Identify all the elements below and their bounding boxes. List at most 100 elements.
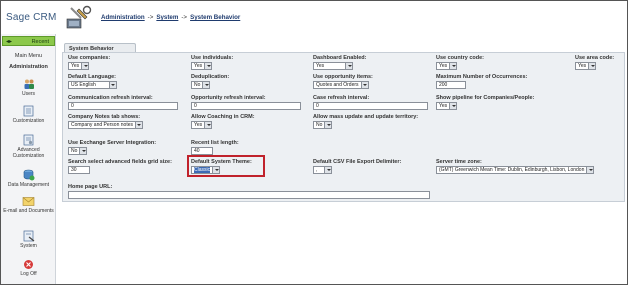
recent-button[interactable]: ◂▸ Recent	[2, 36, 55, 46]
chevron-down-icon	[108, 82, 116, 88]
field-label: Opportunity refresh interval:	[191, 95, 266, 101]
field-use-companies: Use companies: Yes	[68, 55, 110, 70]
breadcrumb-system[interactable]: System	[156, 14, 178, 21]
sidebar-item-advanced-customization[interactable]: Advanced Customization	[1, 134, 56, 159]
sidebar-item-users[interactable]: Users	[1, 78, 56, 97]
field-label: Recent list length:	[191, 140, 239, 146]
select-value: (GMT) Greenwich Mean Time: Dublin, Edinb…	[439, 167, 585, 173]
breadcrumb-administration[interactable]: Administration	[101, 14, 145, 21]
select-value: US English	[71, 82, 96, 88]
field-label: Deduplication:	[191, 74, 230, 80]
case-refresh-input[interactable]: 0	[313, 102, 428, 110]
chevron-down-icon	[588, 63, 596, 69]
select-value: Yes	[194, 63, 203, 69]
field-use-country-code: Use country code: Yes	[436, 55, 484, 70]
breadcrumb-system-behavior[interactable]: System Behavior	[190, 14, 240, 21]
exchange-integration-select[interactable]: No	[68, 147, 88, 155]
select-value: Company and Person notes	[71, 122, 133, 128]
main-menu-link[interactable]: Main Menu	[1, 53, 56, 59]
close-icon	[24, 260, 33, 269]
chevron-down-icon	[324, 167, 332, 173]
chevron-down-icon	[204, 63, 212, 69]
field-label: Communication refresh interval:	[68, 95, 153, 101]
mass-update-select[interactable]: No	[313, 121, 333, 129]
field-opp-refresh: Opportunity refresh interval: 0	[191, 95, 301, 110]
field-label: Use individuals:	[191, 55, 234, 61]
select-value: Yes	[578, 63, 587, 69]
field-exchange-integration: Use Exchange Server Integration: No	[68, 140, 156, 155]
home-page-url-input[interactable]	[68, 191, 430, 199]
select-value: No	[194, 82, 201, 88]
field-mass-update: Allow mass update and update territory: …	[313, 114, 423, 129]
envelope-icon	[22, 197, 35, 206]
field-label: Case refresh interval:	[313, 95, 370, 101]
field-csv-delimiter: Default CSV File Export Delimiter: ,	[313, 159, 401, 174]
field-search-fields-size: Search select advanced fields grid size:…	[68, 159, 183, 174]
use-individuals-select[interactable]: Yes	[191, 62, 213, 70]
select-value: Yes	[71, 63, 80, 69]
field-label: Server time zone:	[436, 159, 482, 165]
select-value: Yes	[194, 122, 203, 128]
arrows-icon: ◂▸	[6, 39, 13, 45]
comm-refresh-input[interactable]: 0	[68, 102, 178, 110]
sidebar-item-label: Users	[21, 91, 36, 97]
use-opportunity-items-select[interactable]: Quotes and Orders	[313, 81, 369, 89]
sidebar-section-title: Administration	[9, 64, 48, 70]
field-recent-list-length: Recent list length: 40	[191, 140, 301, 155]
sidebar-item-label: Customization	[12, 118, 45, 124]
use-companies-select[interactable]: Yes	[68, 62, 90, 70]
server-timezone-select[interactable]: (GMT) Greenwich Mean Time: Dublin, Edinb…	[436, 166, 595, 174]
field-max-occurrences: Maximum Number of Occurrences: 200	[436, 74, 528, 89]
chevron-down-icon	[81, 63, 89, 69]
top-bar: Sage CRM Administration -> System -> System …	[1, 1, 627, 34]
opp-refresh-input[interactable]: 0	[191, 102, 301, 110]
chevron-down-icon	[345, 63, 353, 69]
use-country-code-select[interactable]: Yes	[436, 62, 458, 70]
max-occurrences-input[interactable]: 200	[436, 81, 466, 89]
select-value: Yes	[316, 63, 325, 69]
dashboard-enabled-select[interactable]: Yes	[313, 62, 354, 70]
csv-delimiter-select[interactable]: ,	[313, 166, 333, 174]
company-notes-tab-select[interactable]: Company and Person notes	[68, 121, 143, 129]
field-label: Home page URL:	[68, 184, 113, 190]
field-case-refresh: Case refresh interval: 0	[313, 95, 428, 110]
search-fields-size-input[interactable]: 30	[68, 166, 90, 174]
app-window: Sage CRM Administration -> System -> System …	[0, 0, 628, 285]
chevron-down-icon	[449, 63, 457, 69]
sidebar-item-system[interactable]: System	[1, 230, 56, 249]
default-language-select[interactable]: US English	[68, 81, 117, 89]
field-label: Use Exchange Server Integration:	[68, 140, 157, 146]
sidebar-item-email-documents[interactable]: E-mail and Documents	[1, 196, 56, 214]
field-label: Default Language:	[68, 74, 116, 80]
use-area-code-select[interactable]: Yes	[575, 62, 597, 70]
chevron-down-icon	[134, 122, 142, 128]
sidebar-item-customization[interactable]: Customization	[1, 105, 56, 124]
select-value: Yes	[439, 103, 448, 109]
field-label: Maximum Number of Occurrences:	[436, 74, 528, 80]
brand-logo: Sage CRM	[6, 12, 57, 23]
field-use-individuals: Use individuals: Yes	[191, 55, 233, 70]
field-label: Search select advanced fields grid size:	[68, 159, 172, 165]
allow-coaching-select[interactable]: Yes	[191, 121, 213, 129]
show-pipeline-select[interactable]: Yes	[436, 102, 458, 110]
document-gear-icon	[23, 134, 34, 146]
breadcrumb-separator: ->	[181, 14, 188, 21]
select-value: Yes	[439, 63, 448, 69]
users-icon	[24, 79, 34, 89]
field-label: Allow mass update and update territory:	[313, 114, 419, 120]
sidebar-item-data-management[interactable]: Data Management	[1, 169, 56, 188]
deduplication-select[interactable]: No	[191, 81, 211, 89]
field-comm-refresh: Communication refresh interval: 0	[68, 95, 178, 110]
select-value: No	[71, 148, 78, 154]
field-allow-coaching: Allow Coaching in CRM: Yes	[191, 114, 255, 129]
select-value: ,	[316, 167, 318, 173]
field-use-area-code: Use area code: Yes	[575, 55, 614, 70]
breadcrumb: Administration -> System -> System Behavior	[101, 14, 240, 21]
breadcrumb-separator: ->	[147, 14, 154, 21]
chevron-down-icon	[586, 167, 594, 173]
system-icon	[23, 230, 34, 242]
field-default-language: Default Language: US English	[68, 74, 117, 89]
field-label: Default CSV File Export Delimiter:	[313, 159, 402, 165]
sidebar-item-log-off[interactable]: Log Off	[1, 259, 56, 277]
recent-list-length-input[interactable]: 40	[191, 147, 213, 155]
